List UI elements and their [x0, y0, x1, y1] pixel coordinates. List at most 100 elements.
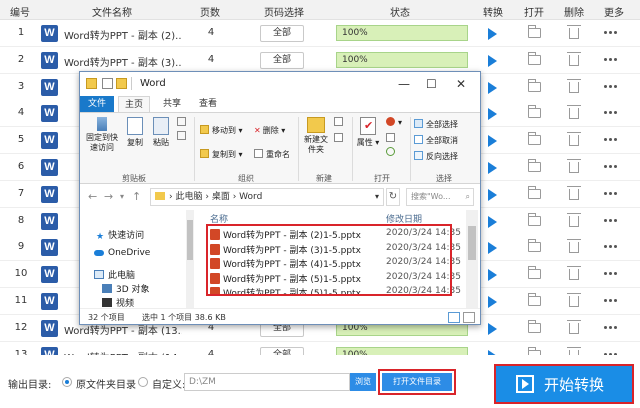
details-view-icon[interactable] [448, 312, 460, 323]
delete-trash-icon[interactable] [567, 293, 581, 307]
tab-file[interactable]: 文件 [80, 96, 114, 112]
refresh-icon[interactable]: ↻ [386, 188, 400, 206]
open-folder-icon[interactable] [528, 185, 541, 199]
large-icons-view-icon[interactable] [463, 312, 475, 323]
convert-play-icon[interactable] [488, 28, 497, 40]
delete-trash-icon[interactable] [567, 105, 581, 120]
invert-selection-button[interactable]: 反向选择 [414, 151, 458, 162]
convert-play-icon[interactable] [488, 296, 497, 308]
cut-icon[interactable] [177, 117, 189, 127]
nav-quick-access[interactable]: ★ 快速访问 [96, 228, 144, 242]
move-to-button[interactable]: 移动到 ▾ [200, 125, 243, 136]
more-icon[interactable] [604, 138, 607, 142]
convert-play-icon[interactable] [488, 135, 497, 148]
tab-home[interactable]: 主页 [118, 96, 150, 112]
open-folder-icon[interactable] [528, 159, 541, 172]
up-icon[interactable]: ↑ [132, 190, 141, 203]
open-folder-icon[interactable] [528, 51, 541, 65]
more-icon[interactable] [604, 84, 607, 88]
table-row[interactable]: 2 W Word转为PPT - 副本 (3).... 4 全部 100% [0, 46, 640, 74]
more-icon[interactable] [604, 299, 607, 302]
convert-play-icon[interactable] [488, 108, 497, 121]
more-icon[interactable] [604, 218, 607, 222]
convert-play-icon[interactable] [488, 242, 497, 255]
open-folder-button[interactable]: 打开文件目录 [378, 369, 456, 395]
more-icon[interactable] [604, 31, 607, 34]
open-folder-icon[interactable] [528, 25, 541, 38]
maximize-button[interactable]: ☐ [426, 77, 437, 91]
more-icon[interactable] [604, 245, 607, 249]
more-icon[interactable] [604, 165, 607, 168]
nav-onedrive[interactable]: OneDrive [94, 248, 150, 258]
browse-button[interactable]: 浏览 [350, 373, 376, 391]
copy-button[interactable]: 复制 [124, 117, 146, 148]
easy-access-icon[interactable] [334, 133, 346, 143]
history-icon[interactable] [386, 147, 398, 157]
output-path-field[interactable]: D:\ZM [184, 373, 350, 391]
more-icon[interactable] [604, 191, 607, 195]
start-convert-button[interactable]: 开始转换 [494, 364, 634, 404]
tab-share[interactable]: 共享 [158, 96, 186, 112]
delete-trash-icon[interactable] [567, 51, 581, 66]
rename-button[interactable]: 重命名 [254, 149, 290, 160]
delete-trash-icon[interactable] [567, 185, 581, 200]
file-scroll-thumb[interactable] [468, 226, 476, 260]
delete-trash-icon[interactable] [567, 159, 581, 173]
convert-play-icon[interactable] [488, 322, 497, 335]
minimize-button[interactable]: — [398, 77, 410, 91]
convert-play-icon[interactable] [488, 81, 497, 94]
search-field[interactable]: 搜索"Wo... ⌕ [406, 188, 474, 206]
open-folder-icon[interactable] [528, 132, 541, 146]
history-chevron-icon[interactable]: ▾ [120, 192, 124, 201]
open-folder-icon[interactable] [528, 239, 541, 253]
convert-play-icon[interactable] [488, 215, 497, 228]
delete-button[interactable]: ✕ 删除 ▾ [254, 125, 285, 136]
open-folder-icon[interactable] [528, 212, 541, 226]
copy-path-icon[interactable] [177, 131, 189, 141]
address-dropdown-icon[interactable]: ▾ [375, 189, 379, 205]
convert-play-icon[interactable] [488, 188, 497, 201]
page-select-dropdown[interactable]: 全部 [260, 25, 304, 42]
convert-play-icon[interactable] [488, 269, 497, 282]
breadcrumb-word[interactable]: Word [239, 192, 262, 202]
table-row[interactable]: 1 W Word转为PPT - 副本 (2).... 4 全部 100% [0, 20, 640, 47]
new-item-icon[interactable] [334, 117, 346, 127]
nav-this-pc[interactable]: 此电脑 [94, 268, 135, 281]
nav-scrollbar[interactable] [186, 210, 194, 308]
edit-icon[interactable] [386, 133, 398, 143]
address-path[interactable]: › 此电脑 › 桌面 › Word ▾ [150, 188, 384, 206]
delete-trash-icon[interactable] [567, 266, 581, 281]
delete-trash-icon[interactable] [567, 212, 581, 227]
radio-custom[interactable] [138, 377, 148, 387]
copy-to-button[interactable]: 复制到 ▾ [200, 149, 243, 160]
properties-icon[interactable] [102, 78, 113, 89]
radio-source-folder[interactable] [62, 377, 72, 387]
delete-trash-icon[interactable] [567, 78, 581, 93]
page-select-dropdown[interactable]: 全部 [260, 51, 304, 69]
delete-trash-icon[interactable] [567, 25, 581, 39]
nav-3d-objects[interactable]: 3D 对象 [102, 282, 150, 295]
open-ppt-icon[interactable]: ▾ [386, 117, 402, 127]
select-all-button[interactable]: 全部选择 [414, 119, 458, 130]
new-folder-icon[interactable] [116, 78, 127, 89]
tab-view[interactable]: 查看 [194, 96, 222, 112]
pin-quick-access-button[interactable]: 固定到快速访问 [84, 117, 120, 153]
delete-trash-icon[interactable] [567, 132, 581, 147]
more-icon[interactable] [604, 57, 607, 61]
nav-scroll-thumb[interactable] [187, 220, 193, 260]
forward-icon[interactable]: → [104, 190, 113, 203]
open-folder-icon[interactable] [528, 266, 541, 280]
paste-button[interactable]: 粘贴 [150, 117, 172, 148]
delete-trash-icon[interactable] [567, 239, 581, 254]
open-folder-icon[interactable] [528, 293, 541, 306]
open-folder-icon[interactable] [528, 78, 541, 92]
convert-play-icon[interactable] [488, 162, 497, 174]
open-folder-icon[interactable] [528, 319, 541, 333]
close-button[interactable]: ✕ [456, 77, 466, 91]
select-none-button[interactable]: 全部取消 [414, 135, 458, 146]
delete-trash-icon[interactable] [567, 319, 581, 334]
convert-play-icon[interactable] [488, 54, 497, 67]
breadcrumb-desktop[interactable]: 桌面 [212, 192, 230, 202]
file-scrollbar[interactable] [466, 210, 478, 308]
breadcrumb-pc[interactable]: 此电脑 [175, 192, 202, 202]
